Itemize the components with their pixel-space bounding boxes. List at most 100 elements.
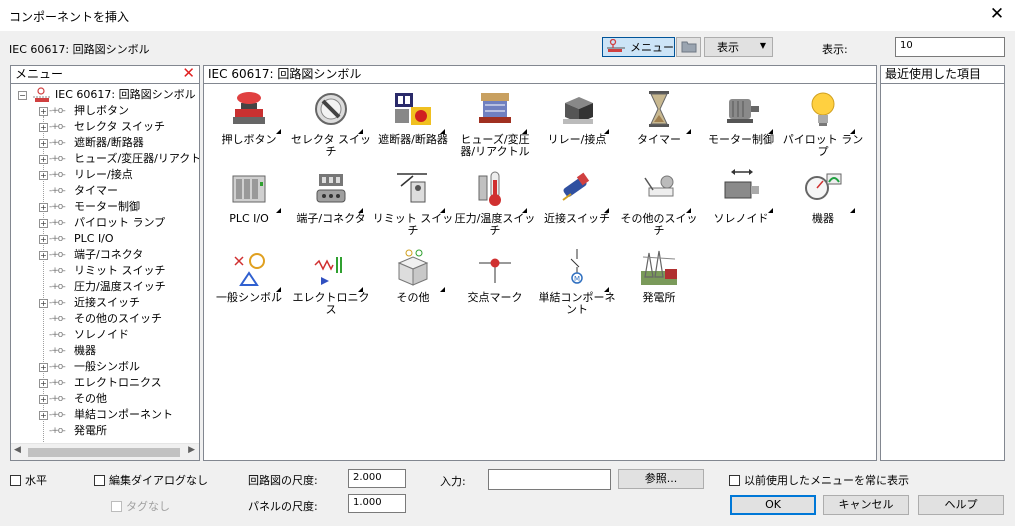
- tree-item[interactable]: + -+o- エレクトロニクス: [11, 375, 199, 391]
- tree-item[interactable]: -+o- 発電所: [11, 423, 199, 439]
- symbol-item-label: セレクタ スイッチ: [290, 133, 372, 158]
- collapse-icon[interactable]: −: [18, 91, 27, 100]
- close-icon[interactable]: ✕: [989, 5, 1005, 23]
- no-edit-dialog-checkbox[interactable]: 編集ダイアログなし: [94, 472, 208, 488]
- tree-item-label: 遮断器/断路器: [74, 136, 144, 149]
- symbol-item[interactable]: その他のスイッチ: [618, 168, 700, 246]
- symbol-item[interactable]: 発電所: [618, 247, 700, 325]
- window-title: コンポーネントを挿入: [9, 10, 130, 24]
- tree-item[interactable]: -+o- 機器: [11, 343, 199, 359]
- symbol-item[interactable]: 端子/コネクタ: [290, 168, 372, 246]
- tree-item[interactable]: + -+o- 単結コンポーネント: [11, 407, 199, 423]
- symbol-item[interactable]: その他: [372, 247, 454, 325]
- open-folder-button[interactable]: [676, 37, 701, 57]
- tree-horizontal-scrollbar[interactable]: ◀ ▶: [11, 443, 199, 460]
- limit-switch-icon: [372, 168, 454, 208]
- tree-item[interactable]: + -+o- 遮断器/断路器: [11, 135, 199, 151]
- expand-icon[interactable]: +: [39, 235, 48, 244]
- submenu-indicator-icon: [768, 129, 773, 134]
- expand-icon[interactable]: +: [39, 107, 48, 116]
- symbol-item[interactable]: 一般シンボル: [208, 247, 290, 325]
- submenu-indicator-icon: [440, 129, 445, 134]
- expand-icon[interactable]: +: [39, 219, 48, 228]
- symbol-item[interactable]: 近接スイッチ: [536, 168, 618, 246]
- expand-icon[interactable]: +: [39, 411, 48, 420]
- tree-item-label: セレクタ スイッチ: [74, 120, 166, 133]
- expand-icon[interactable]: +: [39, 155, 48, 164]
- expand-icon[interactable]: +: [39, 363, 48, 372]
- symbol-item-label: 端子/コネクタ: [296, 212, 366, 225]
- symbol-item[interactable]: エレクトロニクス: [290, 247, 372, 325]
- tree-item[interactable]: + -+o- パイロット ランプ: [11, 215, 199, 231]
- horizontal-checkbox[interactable]: 水平: [10, 472, 47, 488]
- tree-item[interactable]: + -+o- リレー/接点: [11, 167, 199, 183]
- always-show-previous-checkbox[interactable]: 以前使用したメニューを常に表示: [729, 472, 909, 488]
- symbol-item[interactable]: M 単結コンポーネント: [536, 247, 618, 325]
- symbol-item[interactable]: ソレノイド: [700, 168, 782, 246]
- circuit-scale-input[interactable]: 2.000: [348, 469, 406, 488]
- symbol-item[interactable]: リミット スイッチ: [372, 168, 454, 246]
- expand-icon[interactable]: +: [39, 379, 48, 388]
- submenu-indicator-icon: [850, 129, 855, 134]
- tree-item[interactable]: + -+o- ヒューズ/変圧器/リアクトル: [11, 151, 199, 167]
- symbol-item[interactable]: 機器: [782, 168, 864, 246]
- symbol-item[interactable]: ヒューズ/変圧器/リアクトル: [454, 89, 536, 167]
- scroll-left-icon[interactable]: ◀: [14, 445, 21, 455]
- display-count-input[interactable]: 10: [895, 37, 1005, 57]
- symbol-item[interactable]: セレクタ スイッチ: [290, 89, 372, 167]
- motor-icon: [700, 89, 782, 129]
- folder-icon: [681, 39, 697, 56]
- expand-icon[interactable]: +: [39, 299, 48, 308]
- expand-icon[interactable]: +: [39, 203, 48, 212]
- contact-symbol-icon: -+o-: [49, 218, 66, 228]
- symbol-item[interactable]: タイマー: [618, 89, 700, 167]
- scroll-thumb[interactable]: [28, 448, 180, 457]
- view-dropdown[interactable]: 表示 ▼: [704, 37, 773, 57]
- submenu-indicator-icon: [440, 208, 445, 213]
- symbol-item[interactable]: PLC I/O: [208, 168, 290, 246]
- scroll-right-icon[interactable]: ▶: [188, 445, 195, 455]
- panel-scale-input[interactable]: 1.000: [348, 494, 406, 513]
- symbol-item-label: パイロット ランプ: [782, 133, 864, 158]
- display-count-label: 表示:: [822, 43, 848, 56]
- recent-panel-header: 最近使用した項目: [881, 66, 1004, 84]
- symbol-item[interactable]: 押しボタン: [208, 89, 290, 167]
- ok-button[interactable]: OK: [730, 495, 816, 515]
- tree-item[interactable]: + -+o- その他: [11, 391, 199, 407]
- symbol-item-label: 交点マーク: [467, 291, 523, 304]
- tree-item[interactable]: -+o- ソレノイド: [11, 327, 199, 343]
- tree-item-label: ヒューズ/変圧器/リアクトル: [74, 152, 199, 165]
- symbol-item[interactable]: 圧力/温度スイッチ: [454, 168, 536, 246]
- expand-icon[interactable]: +: [39, 123, 48, 132]
- help-button[interactable]: ヘルプ: [918, 495, 1004, 515]
- cancel-button[interactable]: キャンセル: [823, 495, 909, 515]
- contact-symbol-icon: -+o-: [49, 394, 66, 404]
- tree-item[interactable]: -+o- リミット スイッチ: [11, 263, 199, 279]
- close-menu-icon[interactable]: ✕: [182, 66, 195, 82]
- browse-button[interactable]: 参照...: [618, 469, 704, 489]
- expand-icon[interactable]: +: [39, 171, 48, 180]
- tree-root[interactable]: − IEC 60617: 回路図シンボル: [11, 87, 199, 103]
- tree-item[interactable]: -+o- タイマー: [11, 183, 199, 199]
- symbol-item[interactable]: モーター制御: [700, 89, 782, 167]
- symbol-item[interactable]: 遮断器/断路器: [372, 89, 454, 167]
- menu-toggle-button[interactable]: メニュー: [602, 37, 675, 57]
- tree-item[interactable]: + -+o- 近接スイッチ: [11, 295, 199, 311]
- submenu-indicator-icon: [522, 208, 527, 213]
- tree-item[interactable]: + -+o- 一般シンボル: [11, 359, 199, 375]
- symbol-item[interactable]: リレー/接点: [536, 89, 618, 167]
- expand-icon[interactable]: +: [39, 251, 48, 260]
- tree-item[interactable]: + -+o- モーター制御: [11, 199, 199, 215]
- contact-symbol-icon: -+o-: [49, 362, 66, 372]
- symbol-item[interactable]: パイロット ランプ: [782, 89, 864, 167]
- input-field[interactable]: [488, 469, 611, 490]
- tree-item[interactable]: -+o- その他のスイッチ: [11, 311, 199, 327]
- tree-item[interactable]: + -+o- セレクタ スイッチ: [11, 119, 199, 135]
- expand-icon[interactable]: +: [39, 395, 48, 404]
- tree-item[interactable]: + -+o- 押しボタン: [11, 103, 199, 119]
- tree-item[interactable]: + -+o- 端子/コネクタ: [11, 247, 199, 263]
- tree-item[interactable]: + -+o- PLC I/O: [11, 231, 199, 247]
- tree-item[interactable]: -+o- 圧力/温度スイッチ: [11, 279, 199, 295]
- expand-icon[interactable]: +: [39, 139, 48, 148]
- symbol-item[interactable]: 交点マーク: [454, 247, 536, 325]
